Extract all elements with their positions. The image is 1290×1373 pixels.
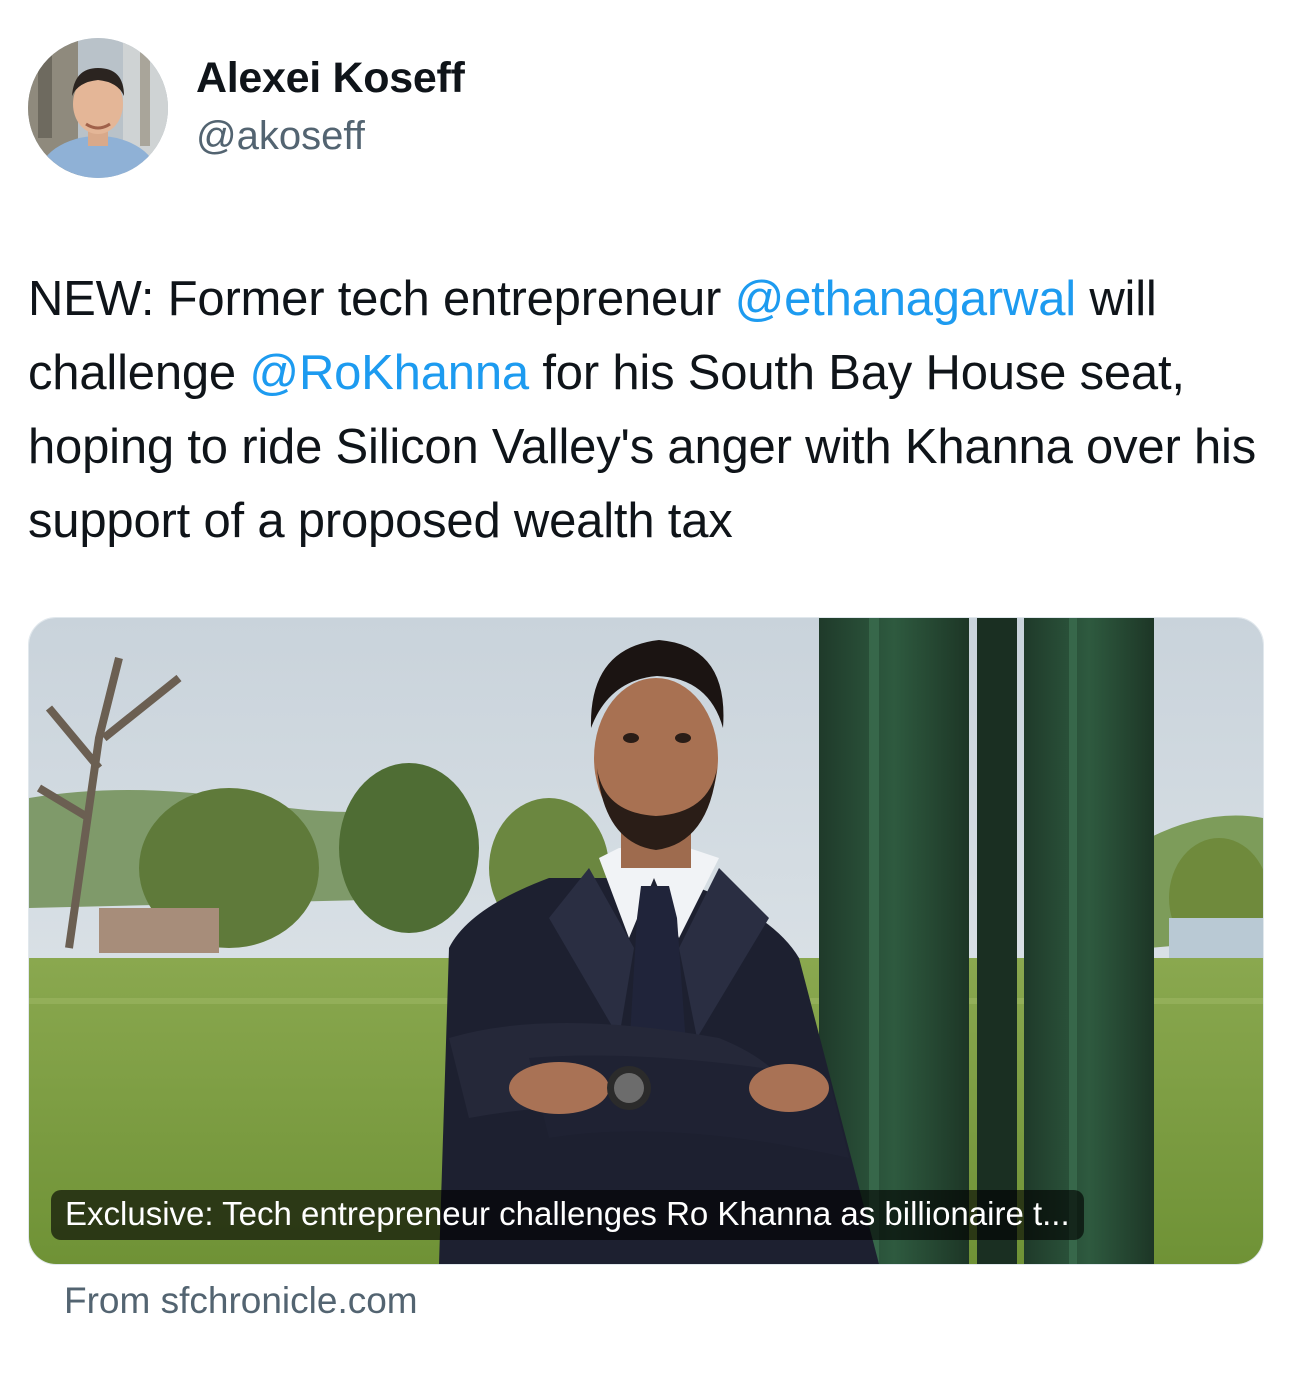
card-caption: Exclusive: Tech entrepreneur challenges … xyxy=(51,1190,1084,1240)
card-source-link[interactable]: From sfchronicle.com xyxy=(64,1280,418,1322)
article-photo-icon xyxy=(29,618,1263,1264)
tweet: Alexei Koseff @akoseff NEW: Former tech … xyxy=(0,0,1290,1373)
tweet-text: NEW: Former tech entrepreneur @ethanagar… xyxy=(28,262,1264,558)
author-avatar[interactable] xyxy=(28,38,168,178)
mention-link-ethanagarwal[interactable]: @ethanagarwal xyxy=(735,272,1077,326)
author-handle[interactable]: @akoseff xyxy=(196,114,365,159)
avatar-photo-icon xyxy=(28,38,168,178)
author-name[interactable]: Alexei Koseff xyxy=(196,54,465,103)
mention-link-rokhanna[interactable]: @RoKhanna xyxy=(249,346,529,400)
link-preview-card[interactable]: Exclusive: Tech entrepreneur challenges … xyxy=(28,617,1264,1265)
tweet-text-segment: NEW: Former tech entrepreneur xyxy=(28,272,735,326)
